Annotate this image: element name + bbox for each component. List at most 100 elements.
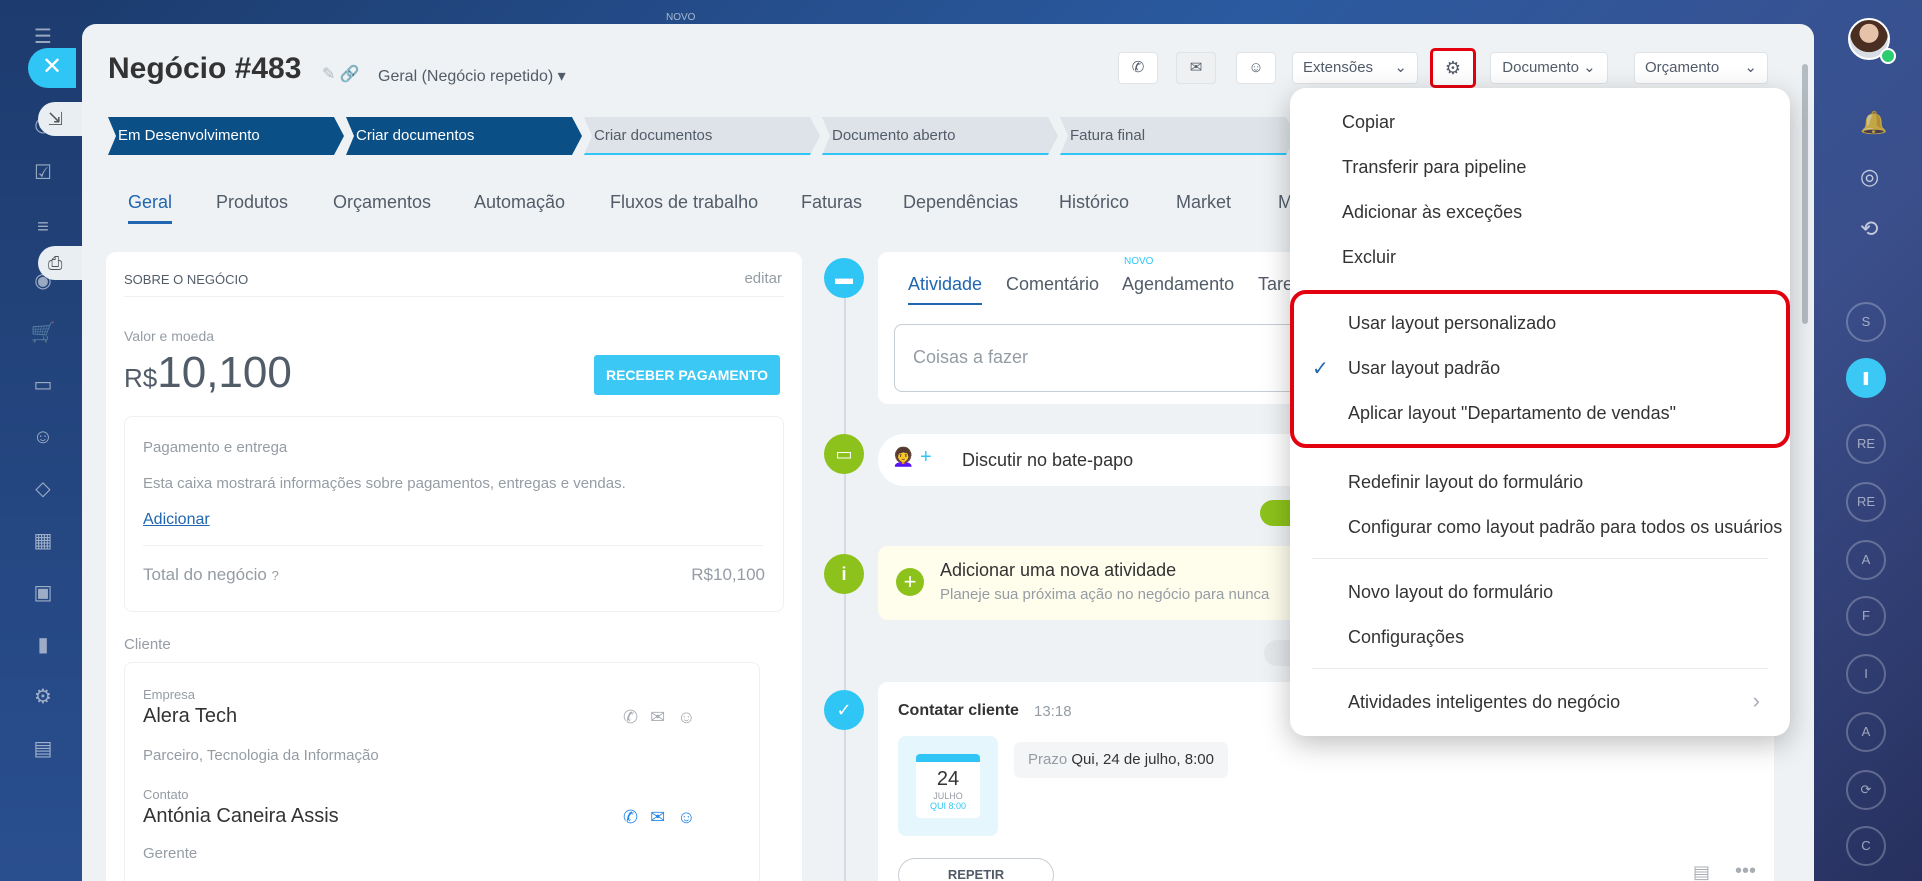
menu-item-reset-layout[interactable]: Redefinir layout do formulário xyxy=(1348,472,1583,493)
chevron-right-icon: › xyxy=(1752,688,1760,713)
call-button[interactable]: ✆ xyxy=(1118,52,1158,84)
print-tab-icon[interactable]: ⎙ xyxy=(38,246,82,280)
deadline-label: Prazo xyxy=(1028,751,1068,768)
chart-icon[interactable]: ▮ xyxy=(30,632,56,658)
help-icon[interactable]: ? xyxy=(272,568,279,583)
contact-name[interactable]: Antónia Caneira Assis xyxy=(143,805,339,828)
rail-contact-8[interactable]: ⟳ xyxy=(1846,770,1886,810)
stage-0[interactable]: Em Desenvolvimento xyxy=(108,117,344,155)
tab-tarefas[interactable]: Tare xyxy=(1258,274,1293,295)
receive-payment-button[interactable]: RECEBER PAGAMENTO xyxy=(594,355,780,395)
tab-atividade[interactable]: Atividade xyxy=(908,274,983,305)
rail-contact-6[interactable]: I xyxy=(1846,654,1886,694)
rail-contact-4[interactable]: A xyxy=(1846,540,1886,580)
budget-button[interactable]: Orçamento ⌄ xyxy=(1634,52,1768,84)
menu-item-set-default-all[interactable]: Configurar como layout padrão para todos… xyxy=(1348,517,1782,538)
menu-item-settings[interactable]: Configurações xyxy=(1348,627,1464,648)
company-contact-icons[interactable]: ✆✉☺ xyxy=(623,707,708,728)
close-button[interactable]: ✕ xyxy=(28,48,76,88)
bookmark-icon[interactable]: ❚ xyxy=(1846,358,1886,398)
add-activity-desc: Planeje sua próxima ação no negócio para… xyxy=(940,586,1270,603)
menu-item-custom-layout[interactable]: Usar layout personalizado xyxy=(1348,313,1556,334)
menu-item-copy[interactable]: Copiar xyxy=(1342,112,1395,133)
tab-orcamentos[interactable]: Orçamentos xyxy=(333,192,431,213)
rail-contact-5[interactable]: F xyxy=(1846,596,1886,636)
tab-market[interactable]: Market xyxy=(1176,192,1231,213)
rail-contact-1[interactable]: S xyxy=(1846,302,1886,342)
tab-automacao[interactable]: Automação xyxy=(474,192,565,213)
stage-1[interactable]: Criar documentos xyxy=(346,117,582,155)
menu-item-default-layout[interactable]: Usar layout padrão xyxy=(1348,358,1500,379)
menu-divider xyxy=(1312,668,1768,669)
mail-button[interactable]: ✉ xyxy=(1176,52,1216,84)
settings-menu: Copiar Transferir para pipeline Adiciona… xyxy=(1290,88,1790,736)
cart-icon[interactable]: 🛒 xyxy=(30,320,56,346)
robot-icon[interactable]: ☺ xyxy=(30,424,56,450)
add-payment-link[interactable]: Adicionar xyxy=(143,511,210,529)
contact-contact-icons[interactable]: ✆✉☺ xyxy=(623,807,708,828)
calendar-icon: 24 JULHO QUI 8:00 xyxy=(916,754,980,818)
edit-link-icons[interactable]: ✎ 🔗 xyxy=(322,64,360,84)
rail-contact-7[interactable]: A xyxy=(1846,712,1886,752)
stage-4[interactable]: Fatura final xyxy=(1060,117,1296,155)
rail-contact-2[interactable]: RE xyxy=(1846,424,1886,464)
calendar-icon[interactable]: ▣ xyxy=(30,580,56,606)
menu-item-new-layout[interactable]: Novo layout do formulário xyxy=(1348,582,1553,603)
total-label-text: Total do negócio xyxy=(143,565,267,584)
tasks-icon[interactable]: ☑ xyxy=(30,160,56,186)
menu-item-delete[interactable]: Excluir xyxy=(1342,247,1396,268)
card-icon[interactable]: ▭ xyxy=(30,372,56,398)
currency-symbol: R$ xyxy=(124,363,158,393)
document-button[interactable]: Documento ⌄ xyxy=(1490,52,1608,84)
target-rail-icon[interactable]: ◎ xyxy=(1860,164,1879,190)
menu-item-exceptions[interactable]: Adicionar às exceções xyxy=(1342,202,1522,223)
document-label: Documento xyxy=(1502,59,1579,76)
online-status-icon xyxy=(1880,48,1896,64)
edit-link[interactable]: editar xyxy=(744,270,782,287)
more-icon[interactable]: ••• xyxy=(1735,860,1756,881)
tab-fluxos[interactable]: Fluxos de trabalho xyxy=(610,192,758,213)
gear-icon: ⚙ xyxy=(1444,58,1462,78)
stage-2[interactable]: Criar documentos xyxy=(584,117,820,155)
deadline-chip[interactable]: Prazo Qui, 24 de julho, 8:00 xyxy=(1014,742,1228,778)
tab-produtos[interactable]: Produtos xyxy=(216,192,288,213)
tab-agendamento[interactable]: Agendamento xyxy=(1122,274,1234,295)
bell-icon[interactable]: 🔔 xyxy=(1860,110,1887,136)
new-badge: NOVO xyxy=(1124,256,1154,267)
chat-rail-icon[interactable]: ⟲ xyxy=(1860,216,1878,242)
total-label: Total do negócio ? xyxy=(143,565,279,585)
plus-icon: + xyxy=(896,568,924,596)
tab-geral[interactable]: Geral xyxy=(128,192,173,224)
menu-divider xyxy=(1312,558,1768,559)
tab-faturas[interactable]: Faturas xyxy=(801,192,862,213)
deal-amount: R$10,100 xyxy=(124,348,292,398)
stage-3[interactable]: Documento aberto xyxy=(822,117,1058,155)
tab-dependencias[interactable]: Dependências xyxy=(903,192,1018,213)
file-icon[interactable]: ▤ xyxy=(30,736,56,762)
menu-item-sales-layout[interactable]: Aplicar layout "Departamento de vendas" xyxy=(1348,403,1676,424)
chat-button[interactable]: ☺ xyxy=(1236,52,1276,84)
crm-icon[interactable]: ≡ xyxy=(30,214,56,240)
menu-item-smart-activities[interactable]: Atividades inteligentes do negócio xyxy=(1348,692,1620,713)
building-icon[interactable]: ▦ xyxy=(30,528,56,554)
rail-contact-9[interactable]: C xyxy=(1846,826,1886,866)
minimize-tab-icon[interactable]: ⇲ xyxy=(38,102,82,136)
settings-rail-icon[interactable]: ⚙ xyxy=(30,684,56,710)
repeat-button[interactable]: REPETIR xyxy=(898,858,1054,881)
company-name[interactable]: Alera Tech xyxy=(143,705,237,728)
settings-gear-button[interactable]: ⚙ xyxy=(1430,48,1476,88)
checkmark-icon: ✓ xyxy=(1312,358,1329,380)
scrollbar[interactable] xyxy=(1802,64,1808,324)
note-icon[interactable]: ▤ xyxy=(1693,862,1710,881)
tab-comentario[interactable]: Comentário xyxy=(1006,274,1099,295)
divider xyxy=(143,545,763,546)
menu-item-transfer[interactable]: Transferir para pipeline xyxy=(1342,157,1526,178)
rail-contact-3[interactable]: RE xyxy=(1846,482,1886,522)
menu-icon[interactable]: ☰ xyxy=(30,24,56,50)
extensions-button[interactable]: Extensões ⌄ xyxy=(1292,52,1418,84)
tab-historico[interactable]: Histórico xyxy=(1059,192,1129,213)
info-dot-icon: i xyxy=(824,554,864,594)
box-icon[interactable]: ◇ xyxy=(30,476,56,502)
category-select[interactable]: Geral (Negócio repetido) ▾ xyxy=(378,66,566,86)
page-title: Negócio #483 xyxy=(108,52,302,85)
